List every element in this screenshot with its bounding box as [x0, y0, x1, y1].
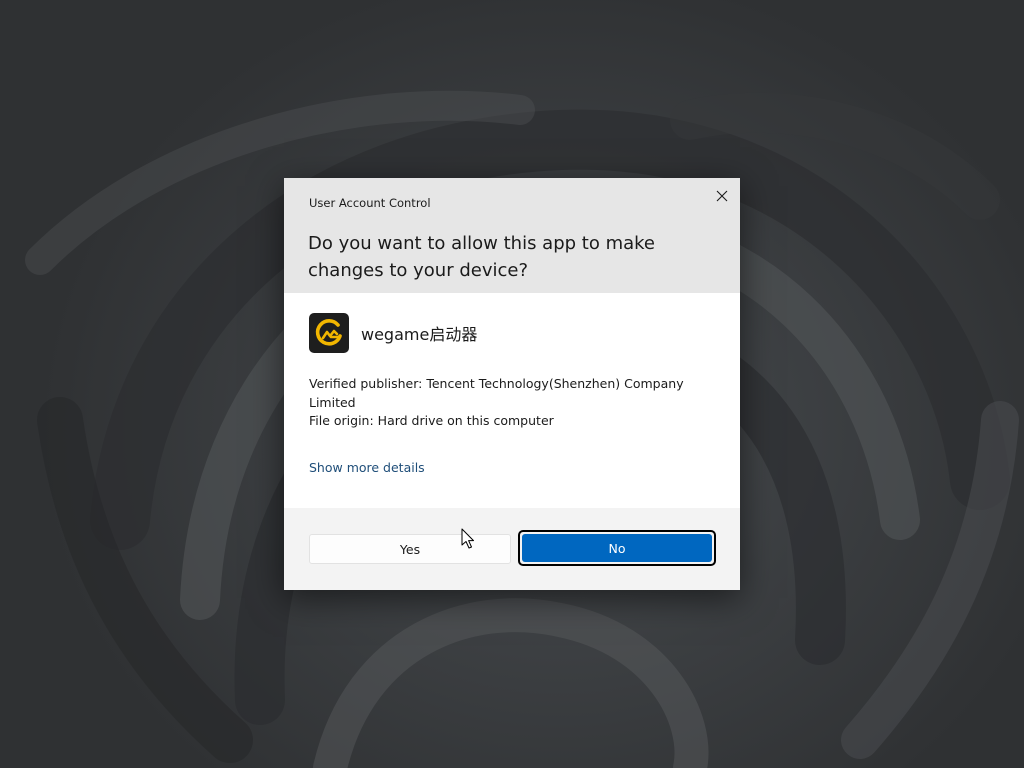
app-details: Verified publisher: Tencent Technology(S… [309, 375, 719, 431]
no-button[interactable]: No [522, 534, 712, 562]
app-name: wegame启动器 [361, 325, 478, 344]
file-origin-text: File origin: Hard drive on this computer [309, 413, 554, 428]
uac-dialog: User Account Control Do you want to allo… [284, 178, 740, 590]
dialog-caption: User Account Control [309, 196, 431, 210]
close-button[interactable] [708, 185, 736, 207]
yes-button[interactable]: Yes [309, 534, 511, 564]
dialog-question: Do you want to allow this app to make ch… [308, 233, 655, 281]
show-more-details-link[interactable]: Show more details [309, 460, 425, 475]
dialog-footer: Yes No [284, 508, 740, 590]
publisher-text: Verified publisher: Tencent Technology(S… [309, 376, 684, 410]
arrow-cursor-icon [461, 528, 474, 549]
close-icon [716, 190, 728, 202]
dialog-header: User Account Control Do you want to allo… [284, 178, 740, 293]
dialog-body: wegame启动器 Verified publisher: Tencent Te… [284, 293, 740, 508]
app-icon [309, 313, 349, 353]
wegame-logo-icon [315, 319, 342, 346]
